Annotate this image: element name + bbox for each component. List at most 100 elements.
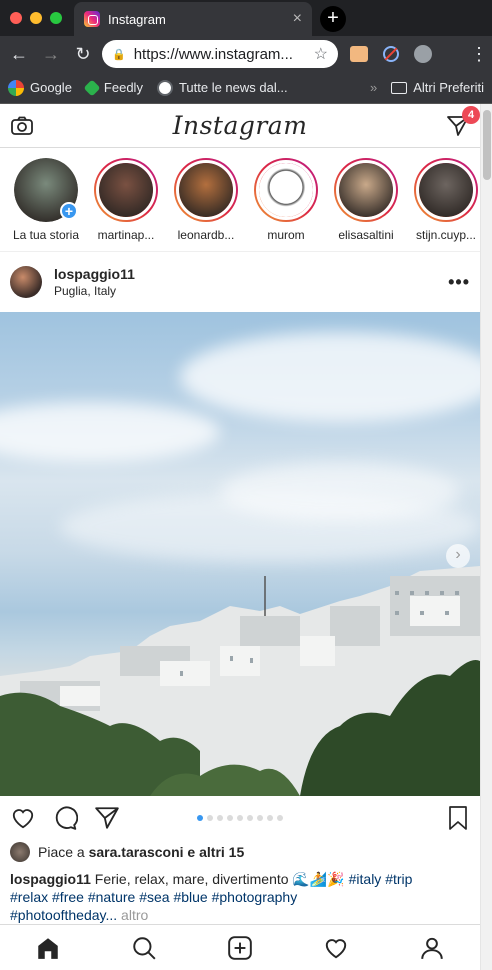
tab-title: Instagram — [108, 11, 166, 27]
address-bar[interactable]: 🔒 https://www.instagram... ☆ — [102, 40, 338, 68]
post-username[interactable]: lospaggio11 — [54, 266, 135, 282]
bookmark-star-icon[interactable]: ☆ — [314, 44, 328, 64]
add-story-plus-icon[interactable]: + — [60, 202, 78, 220]
hashtags-line-3[interactable]: #photooftheday... — [10, 907, 117, 923]
carousel-dot — [227, 815, 233, 821]
activity-heart-icon[interactable] — [323, 935, 349, 961]
bookmark-feedly[interactable]: Feedly — [83, 79, 143, 96]
window-controls — [0, 12, 62, 24]
hashtags-line-1[interactable]: #italy #trip — [349, 871, 413, 887]
bookmark-label: Google — [30, 80, 72, 95]
likes-row: Piace a sara.tarasconi e altri 15 — [0, 840, 480, 864]
bottom-navigation — [0, 924, 480, 970]
post-author-avatar[interactable] — [10, 266, 42, 298]
story-ring — [334, 158, 398, 222]
story-item[interactable]: stijn.cuyp... — [406, 158, 480, 251]
carousel-dot — [207, 815, 213, 821]
reload-icon[interactable]: ↻ — [70, 41, 96, 67]
story-item[interactable]: + La tua storia — [6, 158, 86, 251]
maximize-window-button[interactable] — [50, 12, 62, 24]
comment-icon[interactable] — [52, 805, 78, 831]
forward-arrow-icon[interactable]: → — [38, 41, 64, 67]
story-ring — [94, 158, 158, 222]
liked-by-user[interactable]: sara.tarasconi — [89, 844, 184, 860]
story-username: stijn.cuyp... — [415, 228, 477, 242]
more-options-icon[interactable]: ••• — [448, 272, 470, 293]
story-avatar — [99, 163, 153, 217]
story-username: elisasaltini — [338, 228, 394, 242]
minimize-window-button[interactable] — [30, 12, 42, 24]
story-avatar — [259, 163, 313, 217]
bookmarks-bar: Google Feedly Tutte le news dal... » Alt… — [0, 72, 492, 104]
browser-tab[interactable]: Instagram × — [74, 2, 312, 36]
post-caption: lospaggio11 Ferie, relax, mare, divertim… — [0, 864, 480, 924]
story-item[interactable]: murom — [246, 158, 326, 251]
home-icon[interactable] — [35, 935, 61, 961]
extension-1-icon[interactable] — [348, 43, 370, 65]
story-ring: + — [14, 158, 78, 222]
browser-tab-bar: Instagram × + — [0, 0, 492, 36]
story-item[interactable]: martinap... — [86, 158, 166, 251]
liker-avatar[interactable] — [10, 842, 30, 862]
more-link[interactable]: altro — [117, 907, 148, 923]
story-avatar — [419, 163, 473, 217]
story-avatar — [339, 163, 393, 217]
liked-by-prefix: Piace a — [38, 844, 89, 860]
caption-username[interactable]: lospaggio11 — [10, 871, 91, 887]
post-location[interactable]: Puglia, Italy — [54, 284, 135, 298]
post-actions — [0, 796, 480, 840]
story-username: leonardb... — [177, 228, 235, 242]
hashtags-line-2[interactable]: #relax #free #nature #sea #blue #photogr… — [10, 889, 297, 905]
news-icon — [156, 79, 173, 96]
story-ring — [174, 158, 238, 222]
bookmark-icon[interactable] — [446, 805, 470, 831]
carousel-dot — [277, 815, 283, 821]
heart-icon[interactable] — [10, 805, 36, 831]
folder-icon — [391, 81, 408, 94]
post-photo[interactable]: › — [0, 312, 480, 796]
scrollbar-thumb[interactable] — [483, 110, 491, 180]
carousel-dot — [197, 815, 203, 821]
other-bookmarks[interactable]: Altri Preferiti — [391, 80, 484, 95]
bookmark-google[interactable]: Google — [8, 79, 72, 96]
blocker-extension-icon[interactable] — [380, 43, 402, 65]
page-scrollbar[interactable] — [480, 104, 492, 970]
story-ring — [414, 158, 478, 222]
carousel-indicator — [197, 815, 283, 821]
close-window-button[interactable] — [10, 12, 22, 24]
story-item[interactable]: elisasaltini — [326, 158, 406, 251]
other-bookmarks-label: Altri Preferiti — [413, 80, 484, 95]
story-ring — [254, 158, 318, 222]
instagram-logo[interactable]: Instagram — [173, 111, 308, 140]
stories-bar: + La tua storia martinap... leonardb... muro… — [0, 148, 480, 252]
camera-icon[interactable] — [10, 114, 34, 138]
back-arrow-icon[interactable]: ← — [6, 41, 32, 67]
tab-close-icon[interactable]: × — [293, 10, 302, 28]
instagram-page: Instagram 4 + La tua storia martinap... leo… — [0, 104, 480, 970]
direct-message-button[interactable]: 4 — [446, 105, 480, 138]
carousel-dot — [267, 815, 273, 821]
notification-badge: 4 — [462, 105, 480, 124]
liked-by-text: Piace a sara.tarasconi e altri 15 — [38, 844, 244, 860]
post-header: lospaggio11 Puglia, Italy ••• — [0, 252, 480, 312]
story-username: murom — [267, 228, 305, 242]
town-illustration — [0, 566, 480, 796]
bookmark-news[interactable]: Tutte le news dal... — [156, 79, 288, 96]
story-username: La tua storia — [12, 228, 80, 242]
bookmarks-overflow-button[interactable]: » — [370, 80, 377, 95]
bookmark-label: Tutte le news dal... — [178, 80, 288, 95]
profile-avatar-icon[interactable] — [412, 43, 434, 65]
profile-icon[interactable] — [419, 935, 445, 961]
browser-menu-icon[interactable]: ⋮ — [470, 44, 488, 65]
new-post-icon[interactable] — [227, 935, 253, 961]
lock-icon: 🔒 — [112, 48, 126, 61]
liked-by-suffix[interactable]: e altri 15 — [184, 844, 244, 860]
search-icon[interactable] — [131, 935, 157, 961]
next-photo-arrow-icon[interactable]: › — [446, 544, 470, 568]
browser-toolbar: ← → ↻ 🔒 https://www.instagram... ☆ ⋮ — [0, 36, 492, 72]
story-item[interactable]: leonardb... — [166, 158, 246, 251]
caption-text: Ferie, relax, mare, divertimento 🌊🏄🎉 — [90, 871, 349, 887]
new-tab-button[interactable]: + — [320, 6, 346, 32]
share-icon[interactable] — [94, 805, 120, 831]
bookmark-label: Feedly — [103, 80, 143, 95]
